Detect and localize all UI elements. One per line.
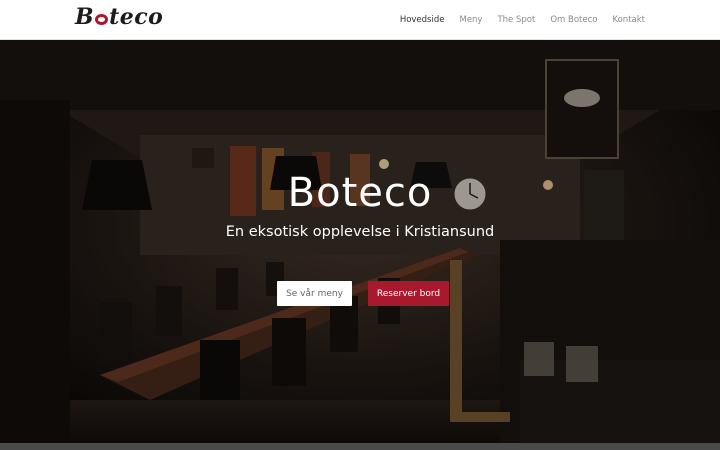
navbar: B teco Hovedside Meny The Spot Om Boteco… [0,0,720,40]
footer-strip [0,443,720,450]
see-menu-button[interactable]: Se vår meny [277,281,352,306]
logo-text: teco [109,4,164,30]
logo[interactable]: B teco [75,3,163,31]
nav-item-kontakt[interactable]: Kontakt [612,15,645,25]
hero-overlay [0,40,720,443]
logo-wine-glass-icon [95,14,109,25]
logo-letter: B [75,4,95,30]
hero-section: Boteco En eksotisk opplevelse i Kristian… [0,40,720,443]
nav-item-om-boteco[interactable]: Om Boteco [550,15,597,25]
reserve-table-button[interactable]: Reserver bord [368,281,449,306]
nav-item-the-spot[interactable]: The Spot [497,15,535,25]
nav-item-hovedside[interactable]: Hovedside [400,15,445,25]
hero-subtitle: En eksotisk opplevelse i Kristiansund [225,224,495,240]
nav-links: Hovedside Meny The Spot Om Boteco Kontak… [385,0,645,40]
hero-title: Boteco [287,170,433,216]
nav-item-meny[interactable]: Meny [459,15,482,25]
